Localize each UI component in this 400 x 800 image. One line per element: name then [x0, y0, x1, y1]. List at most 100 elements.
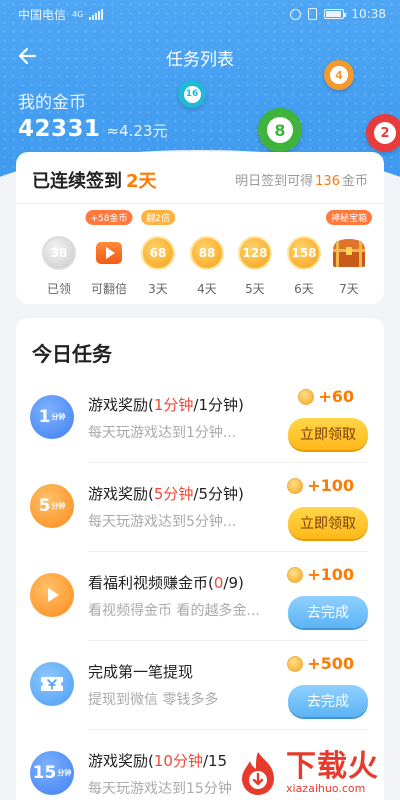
play-video-icon: [92, 236, 126, 270]
day-value: 128: [242, 246, 268, 260]
battery-icon: [324, 9, 347, 19]
task-reward: +100: [287, 565, 354, 584]
signin-hint-amount: 136: [315, 174, 340, 189]
task-title-suffix: /15: [202, 752, 228, 770]
ball-number: 8: [267, 117, 293, 143]
carrier-label: 中国电信: [18, 7, 67, 22]
task-title-suffix: /9): [223, 574, 244, 592]
signin-header: 已连续签到 2天 明日签到可得 136 金币: [16, 152, 384, 204]
timer-5min-icon: 5 分钟: [30, 484, 74, 528]
task-icon-number: 5: [38, 496, 51, 516]
task-item: 看福利视频赚金币(0/9) 看视频得金币 看的越多金... +100 去完成: [16, 552, 384, 641]
reward-amount: +100: [307, 476, 354, 495]
signin-streak: 2天: [126, 171, 157, 192]
treasure-chest-icon: [333, 239, 365, 267]
reward-amount: +500: [307, 654, 354, 673]
watermark-text: 下载火: [286, 749, 379, 784]
flame-logo-icon: [242, 752, 274, 795]
task-title-prefix: 游戏奖励(: [88, 485, 154, 503]
task-title-prefix: 游戏奖励(: [88, 752, 154, 770]
divider: [16, 203, 384, 204]
task-progress: 5分钟: [153, 485, 194, 503]
task-title-prefix: 游戏奖励(: [88, 396, 154, 414]
ball-2: 2: [366, 114, 400, 152]
task-progress: 1分钟: [153, 396, 194, 414]
coin-icon: 158: [287, 236, 321, 270]
claim-button[interactable]: 立即领取: [288, 418, 368, 450]
coin-icon: 68: [141, 236, 175, 270]
status-bar: 中国电信 4G 10:38: [0, 0, 400, 28]
vibrate-icon: [308, 8, 318, 20]
clock: 10:38: [351, 7, 386, 21]
withdraw-coupon-icon: [30, 662, 74, 706]
ball-number: 2: [374, 122, 396, 144]
task-reward: +500: [287, 654, 354, 673]
task-title: 完成第一笔提现: [88, 661, 193, 682]
signin-hint-prefix: 明日签到可得: [235, 174, 314, 189]
task-reward: +60: [298, 387, 354, 406]
day-tag: +58金币: [85, 210, 133, 225]
gold-yuan-value: ≈4.23元: [106, 122, 168, 140]
day-label: 3天: [148, 282, 168, 296]
reward-amount: +100: [307, 565, 354, 584]
ball-16: 16: [178, 80, 206, 108]
claim-button[interactable]: 立即领取: [288, 507, 368, 539]
task-title: 游戏奖励(10分钟/15: [88, 750, 227, 771]
coin-icon: [287, 477, 304, 494]
ball-number: 4: [330, 66, 348, 84]
signin-day-2[interactable]: +58金币 可翻倍: [85, 210, 133, 300]
tasks-title: 今日任务: [32, 342, 112, 366]
coin-icon: 128: [238, 236, 272, 270]
task-icon-unit: 分钟: [51, 413, 66, 421]
signal-icon: [89, 8, 104, 20]
go-complete-button[interactable]: 去完成: [288, 596, 368, 628]
task-description: 每天玩游戏达到5分钟...: [88, 514, 237, 530]
task-title: 游戏奖励(1分钟/1分钟): [88, 394, 244, 415]
signin-day-3[interactable]: 翻2倍 68 3天: [135, 210, 181, 300]
reward-amount: +60: [318, 387, 354, 406]
task-title-prefix: 看福利视频赚金币(: [88, 574, 214, 592]
signin-title-prefix: 已连续签到: [32, 171, 122, 192]
signin-hint: 明日签到可得 136 金币: [235, 170, 368, 189]
task-item: 5 分钟 游戏奖励(5分钟/5分钟) 每天玩游戏达到5分钟... +100 立即…: [16, 463, 384, 552]
signin-hint-suffix: 金币: [341, 174, 368, 189]
ball-number: 16: [183, 85, 201, 103]
signin-day-7[interactable]: 神秘宝箱 7天: [325, 210, 373, 300]
day-tag: 神秘宝箱: [325, 210, 373, 225]
alarm-icon: [290, 8, 302, 20]
coin-icon: [287, 655, 304, 672]
task-title-suffix: /5分钟): [193, 485, 244, 503]
day-label: 可翻倍: [90, 282, 127, 296]
tasks-card: 今日任务 1 分钟 游戏奖励(1分钟/1分钟) 每天玩游戏达到1分钟... +6…: [16, 318, 384, 800]
play-video-icon: [30, 573, 74, 617]
task-description: 提现到微信 零钱多多: [88, 692, 219, 708]
task-title-suffix: /1分钟): [193, 396, 244, 414]
watermark-url: xiazaihuo.com: [286, 782, 366, 795]
signin-day-5[interactable]: 128 5天: [232, 210, 278, 300]
coin-icon: 38: [42, 236, 76, 270]
day-label: 已领: [46, 282, 71, 296]
task-title: 看福利视频赚金币(0/9): [88, 572, 244, 593]
task-item: 1 分钟 游戏奖励(1分钟/1分钟) 每天玩游戏达到1分钟... +60 立即领…: [16, 374, 384, 463]
signin-day-1[interactable]: 38 已领: [36, 210, 82, 300]
signin-card: 已连续签到 2天 明日签到可得 136 金币 38 已领 +58金币 可翻倍 翻2倍 …: [16, 152, 384, 304]
gold-balance: 42331 ≈4.23元: [18, 116, 168, 142]
coin-icon: [287, 566, 304, 583]
day-label: 7天: [339, 282, 359, 296]
coin-icon: 88: [190, 236, 224, 270]
coin-icon: [298, 388, 315, 405]
day-value: 158: [291, 246, 317, 260]
timer-1min-icon: 1 分钟: [30, 395, 74, 439]
signin-day-6[interactable]: 158 6天: [281, 210, 327, 300]
task-icon-unit: 分钟: [51, 502, 66, 510]
go-complete-button[interactable]: 去完成: [288, 685, 368, 717]
day-label: 4天: [197, 282, 217, 296]
day-tag: 翻2倍: [141, 210, 175, 225]
network-label: 4G: [72, 9, 84, 19]
watermark: 下载火 xiazaihuo.com: [234, 746, 400, 800]
day-label: 6天: [294, 282, 314, 296]
task-title-prefix: 完成第一笔提现: [88, 663, 194, 681]
day-value: 38: [50, 246, 68, 260]
signin-day-4[interactable]: 88 4天: [184, 210, 230, 300]
task-item: 完成第一笔提现 提现到微信 零钱多多 +500 去完成: [16, 641, 384, 730]
